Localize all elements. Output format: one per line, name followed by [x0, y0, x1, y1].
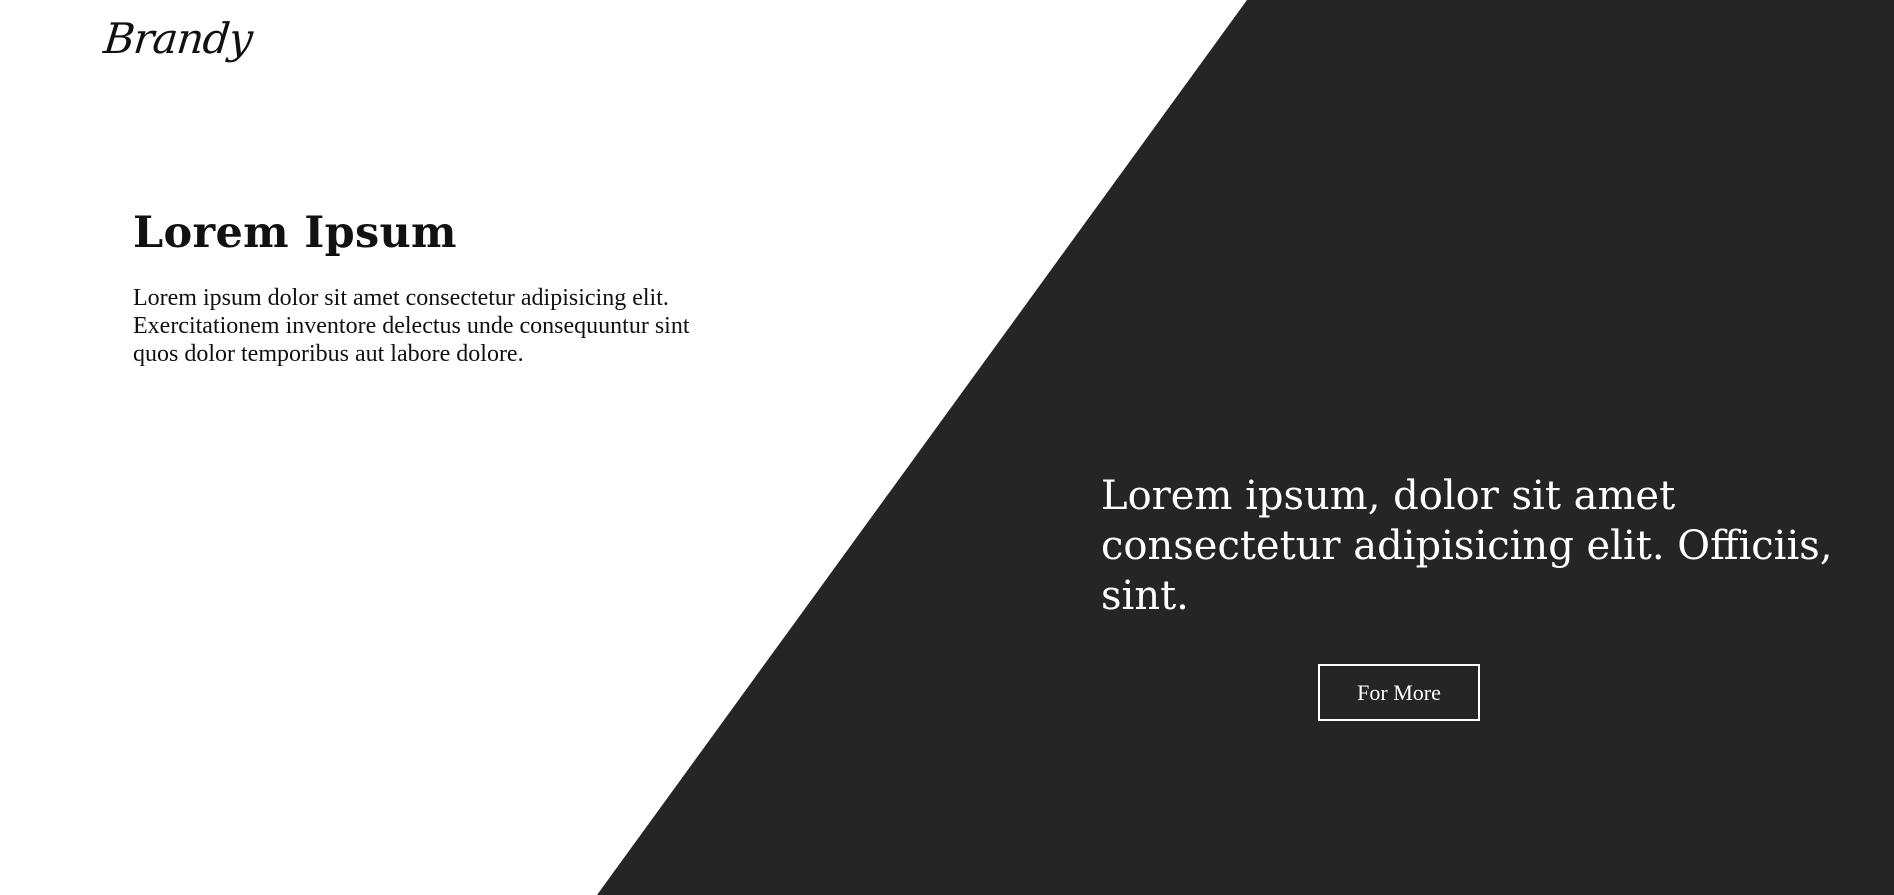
for-more-button[interactable]: For More	[1318, 664, 1480, 721]
intro-title: Lorem Ipsum	[133, 208, 457, 258]
intro-section: Lorem Ipsum Lorem ipsum dolor sit amet c…	[133, 208, 733, 368]
brand-logo[interactable]: Brandy	[101, 14, 254, 63]
feature-section: Lorem ipsum, dolor sit amet consectetur …	[1101, 471, 1841, 621]
diagonal-dark-panel	[597, 0, 1894, 895]
feature-tagline: Lorem ipsum, dolor sit amet consectetur …	[1101, 473, 1833, 619]
landing-page: Brandy Lorem Ipsum Lorem ipsum dolor sit…	[0, 0, 1894, 895]
intro-body: Lorem ipsum dolor sit amet consectetur a…	[133, 284, 690, 367]
